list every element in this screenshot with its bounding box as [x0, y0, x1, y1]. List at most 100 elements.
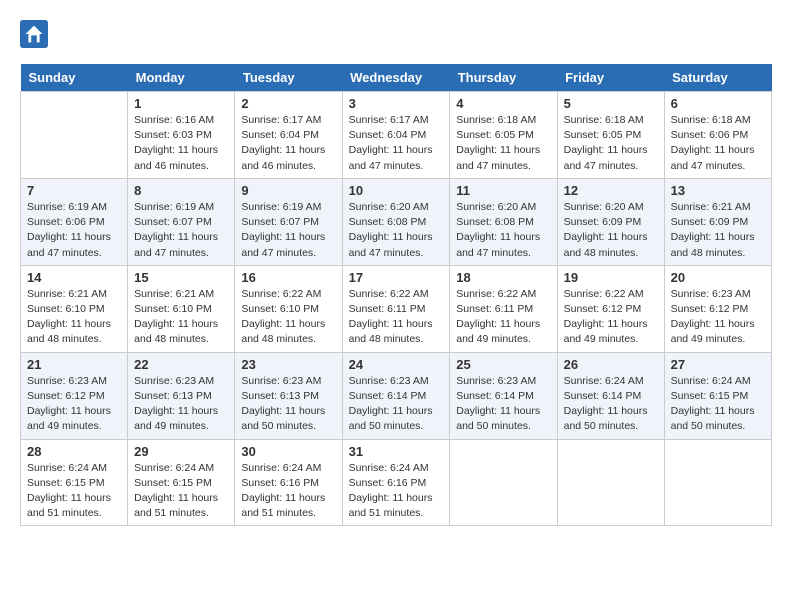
cell-daylight: Daylight: 11 hours and 51 minutes. — [27, 492, 111, 519]
week-row-1: 1 Sunrise: 6:16 AM Sunset: 6:03 PM Dayli… — [21, 92, 772, 179]
cell-sunrise: Sunrise: 6:23 AM — [27, 375, 107, 387]
cell-daylight: Daylight: 11 hours and 47 minutes. — [241, 231, 325, 258]
cell-daylight: Daylight: 11 hours and 50 minutes. — [671, 405, 755, 432]
calendar-cell: 15 Sunrise: 6:21 AM Sunset: 6:10 PM Dayl… — [128, 265, 235, 352]
cell-sunrise: Sunrise: 6:18 AM — [671, 114, 751, 126]
cell-sunset: Sunset: 6:05 PM — [456, 129, 534, 141]
day-header-wednesday: Wednesday — [342, 64, 450, 92]
cell-daylight: Daylight: 11 hours and 49 minutes. — [671, 318, 755, 345]
calendar-cell: 13 Sunrise: 6:21 AM Sunset: 6:09 PM Dayl… — [664, 178, 771, 265]
calendar-cell: 9 Sunrise: 6:19 AM Sunset: 6:07 PM Dayli… — [235, 178, 342, 265]
week-row-5: 28 Sunrise: 6:24 AM Sunset: 6:15 PM Dayl… — [21, 439, 772, 526]
cell-sunset: Sunset: 6:10 PM — [27, 303, 105, 315]
calendar-cell: 3 Sunrise: 6:17 AM Sunset: 6:04 PM Dayli… — [342, 92, 450, 179]
day-header-saturday: Saturday — [664, 64, 771, 92]
cell-daylight: Daylight: 11 hours and 47 minutes. — [134, 231, 218, 258]
cell-sunset: Sunset: 6:07 PM — [241, 216, 319, 228]
cell-daylight: Daylight: 11 hours and 47 minutes. — [671, 144, 755, 171]
cell-sunrise: Sunrise: 6:24 AM — [134, 462, 214, 474]
cell-daylight: Daylight: 11 hours and 48 minutes. — [349, 318, 433, 345]
cell-sunset: Sunset: 6:14 PM — [456, 390, 534, 402]
cell-sunrise: Sunrise: 6:16 AM — [134, 114, 214, 126]
logo — [20, 20, 52, 48]
cell-sunset: Sunset: 6:09 PM — [671, 216, 749, 228]
cell-sunset: Sunset: 6:06 PM — [671, 129, 749, 141]
cell-daylight: Daylight: 11 hours and 47 minutes. — [349, 144, 433, 171]
date-number: 31 — [349, 444, 444, 459]
date-number: 22 — [134, 357, 228, 372]
cell-sunset: Sunset: 6:05 PM — [564, 129, 642, 141]
cell-sunset: Sunset: 6:15 PM — [134, 477, 212, 489]
cell-sunset: Sunset: 6:10 PM — [134, 303, 212, 315]
calendar-cell: 31 Sunrise: 6:24 AM Sunset: 6:16 PM Dayl… — [342, 439, 450, 526]
cell-sunrise: Sunrise: 6:22 AM — [456, 288, 536, 300]
cell-sunrise: Sunrise: 6:19 AM — [134, 201, 214, 213]
day-header-monday: Monday — [128, 64, 235, 92]
calendar-cell: 12 Sunrise: 6:20 AM Sunset: 6:09 PM Dayl… — [557, 178, 664, 265]
cell-sunrise: Sunrise: 6:24 AM — [349, 462, 429, 474]
date-number: 18 — [456, 270, 550, 285]
cell-sunrise: Sunrise: 6:22 AM — [564, 288, 644, 300]
cell-sunrise: Sunrise: 6:22 AM — [349, 288, 429, 300]
date-number: 16 — [241, 270, 335, 285]
cell-sunrise: Sunrise: 6:17 AM — [349, 114, 429, 126]
date-number: 2 — [241, 96, 335, 111]
cell-sunrise: Sunrise: 6:24 AM — [27, 462, 107, 474]
calendar-cell: 16 Sunrise: 6:22 AM Sunset: 6:10 PM Dayl… — [235, 265, 342, 352]
cell-daylight: Daylight: 11 hours and 48 minutes. — [241, 318, 325, 345]
calendar-cell: 25 Sunrise: 6:23 AM Sunset: 6:14 PM Dayl… — [450, 352, 557, 439]
cell-sunset: Sunset: 6:15 PM — [671, 390, 749, 402]
cell-sunset: Sunset: 6:06 PM — [27, 216, 105, 228]
cell-daylight: Daylight: 11 hours and 47 minutes. — [27, 231, 111, 258]
cell-sunset: Sunset: 6:08 PM — [349, 216, 427, 228]
date-number: 7 — [27, 183, 121, 198]
cell-daylight: Daylight: 11 hours and 47 minutes. — [349, 231, 433, 258]
cell-sunrise: Sunrise: 6:23 AM — [349, 375, 429, 387]
cell-sunrise: Sunrise: 6:19 AM — [241, 201, 321, 213]
cell-sunrise: Sunrise: 6:24 AM — [671, 375, 751, 387]
calendar-cell: 17 Sunrise: 6:22 AM Sunset: 6:11 PM Dayl… — [342, 265, 450, 352]
cell-daylight: Daylight: 11 hours and 48 minutes. — [564, 231, 648, 258]
calendar-cell: 7 Sunrise: 6:19 AM Sunset: 6:06 PM Dayli… — [21, 178, 128, 265]
cell-sunrise: Sunrise: 6:19 AM — [27, 201, 107, 213]
cell-daylight: Daylight: 11 hours and 48 minutes. — [671, 231, 755, 258]
cell-sunset: Sunset: 6:16 PM — [241, 477, 319, 489]
day-header-tuesday: Tuesday — [235, 64, 342, 92]
date-number: 21 — [27, 357, 121, 372]
cell-sunset: Sunset: 6:14 PM — [349, 390, 427, 402]
cell-sunrise: Sunrise: 6:23 AM — [134, 375, 214, 387]
cell-daylight: Daylight: 11 hours and 49 minutes. — [27, 405, 111, 432]
cell-sunset: Sunset: 6:11 PM — [349, 303, 426, 315]
date-number: 19 — [564, 270, 658, 285]
cell-sunrise: Sunrise: 6:24 AM — [241, 462, 321, 474]
date-number: 29 — [134, 444, 228, 459]
cell-daylight: Daylight: 11 hours and 46 minutes. — [241, 144, 325, 171]
cell-sunrise: Sunrise: 6:21 AM — [27, 288, 107, 300]
cell-daylight: Daylight: 11 hours and 46 minutes. — [134, 144, 218, 171]
calendar-cell: 23 Sunrise: 6:23 AM Sunset: 6:13 PM Dayl… — [235, 352, 342, 439]
header-row: SundayMondayTuesdayWednesdayThursdayFrid… — [21, 64, 772, 92]
date-number: 27 — [671, 357, 765, 372]
cell-daylight: Daylight: 11 hours and 51 minutes. — [134, 492, 218, 519]
cell-sunset: Sunset: 6:07 PM — [134, 216, 212, 228]
cell-sunset: Sunset: 6:11 PM — [456, 303, 533, 315]
cell-sunrise: Sunrise: 6:18 AM — [456, 114, 536, 126]
cell-sunset: Sunset: 6:14 PM — [564, 390, 642, 402]
week-row-2: 7 Sunrise: 6:19 AM Sunset: 6:06 PM Dayli… — [21, 178, 772, 265]
cell-sunset: Sunset: 6:16 PM — [349, 477, 427, 489]
calendar-cell: 21 Sunrise: 6:23 AM Sunset: 6:12 PM Dayl… — [21, 352, 128, 439]
cell-sunset: Sunset: 6:13 PM — [134, 390, 212, 402]
cell-daylight: Daylight: 11 hours and 48 minutes. — [134, 318, 218, 345]
calendar-cell — [21, 92, 128, 179]
calendar-cell: 24 Sunrise: 6:23 AM Sunset: 6:14 PM Dayl… — [342, 352, 450, 439]
date-number: 23 — [241, 357, 335, 372]
day-header-sunday: Sunday — [21, 64, 128, 92]
date-number: 30 — [241, 444, 335, 459]
cell-sunset: Sunset: 6:03 PM — [134, 129, 212, 141]
cell-daylight: Daylight: 11 hours and 51 minutes. — [241, 492, 325, 519]
calendar-cell: 10 Sunrise: 6:20 AM Sunset: 6:08 PM Dayl… — [342, 178, 450, 265]
date-number: 9 — [241, 183, 335, 198]
cell-sunset: Sunset: 6:09 PM — [564, 216, 642, 228]
cell-daylight: Daylight: 11 hours and 50 minutes. — [349, 405, 433, 432]
calendar-cell: 19 Sunrise: 6:22 AM Sunset: 6:12 PM Dayl… — [557, 265, 664, 352]
